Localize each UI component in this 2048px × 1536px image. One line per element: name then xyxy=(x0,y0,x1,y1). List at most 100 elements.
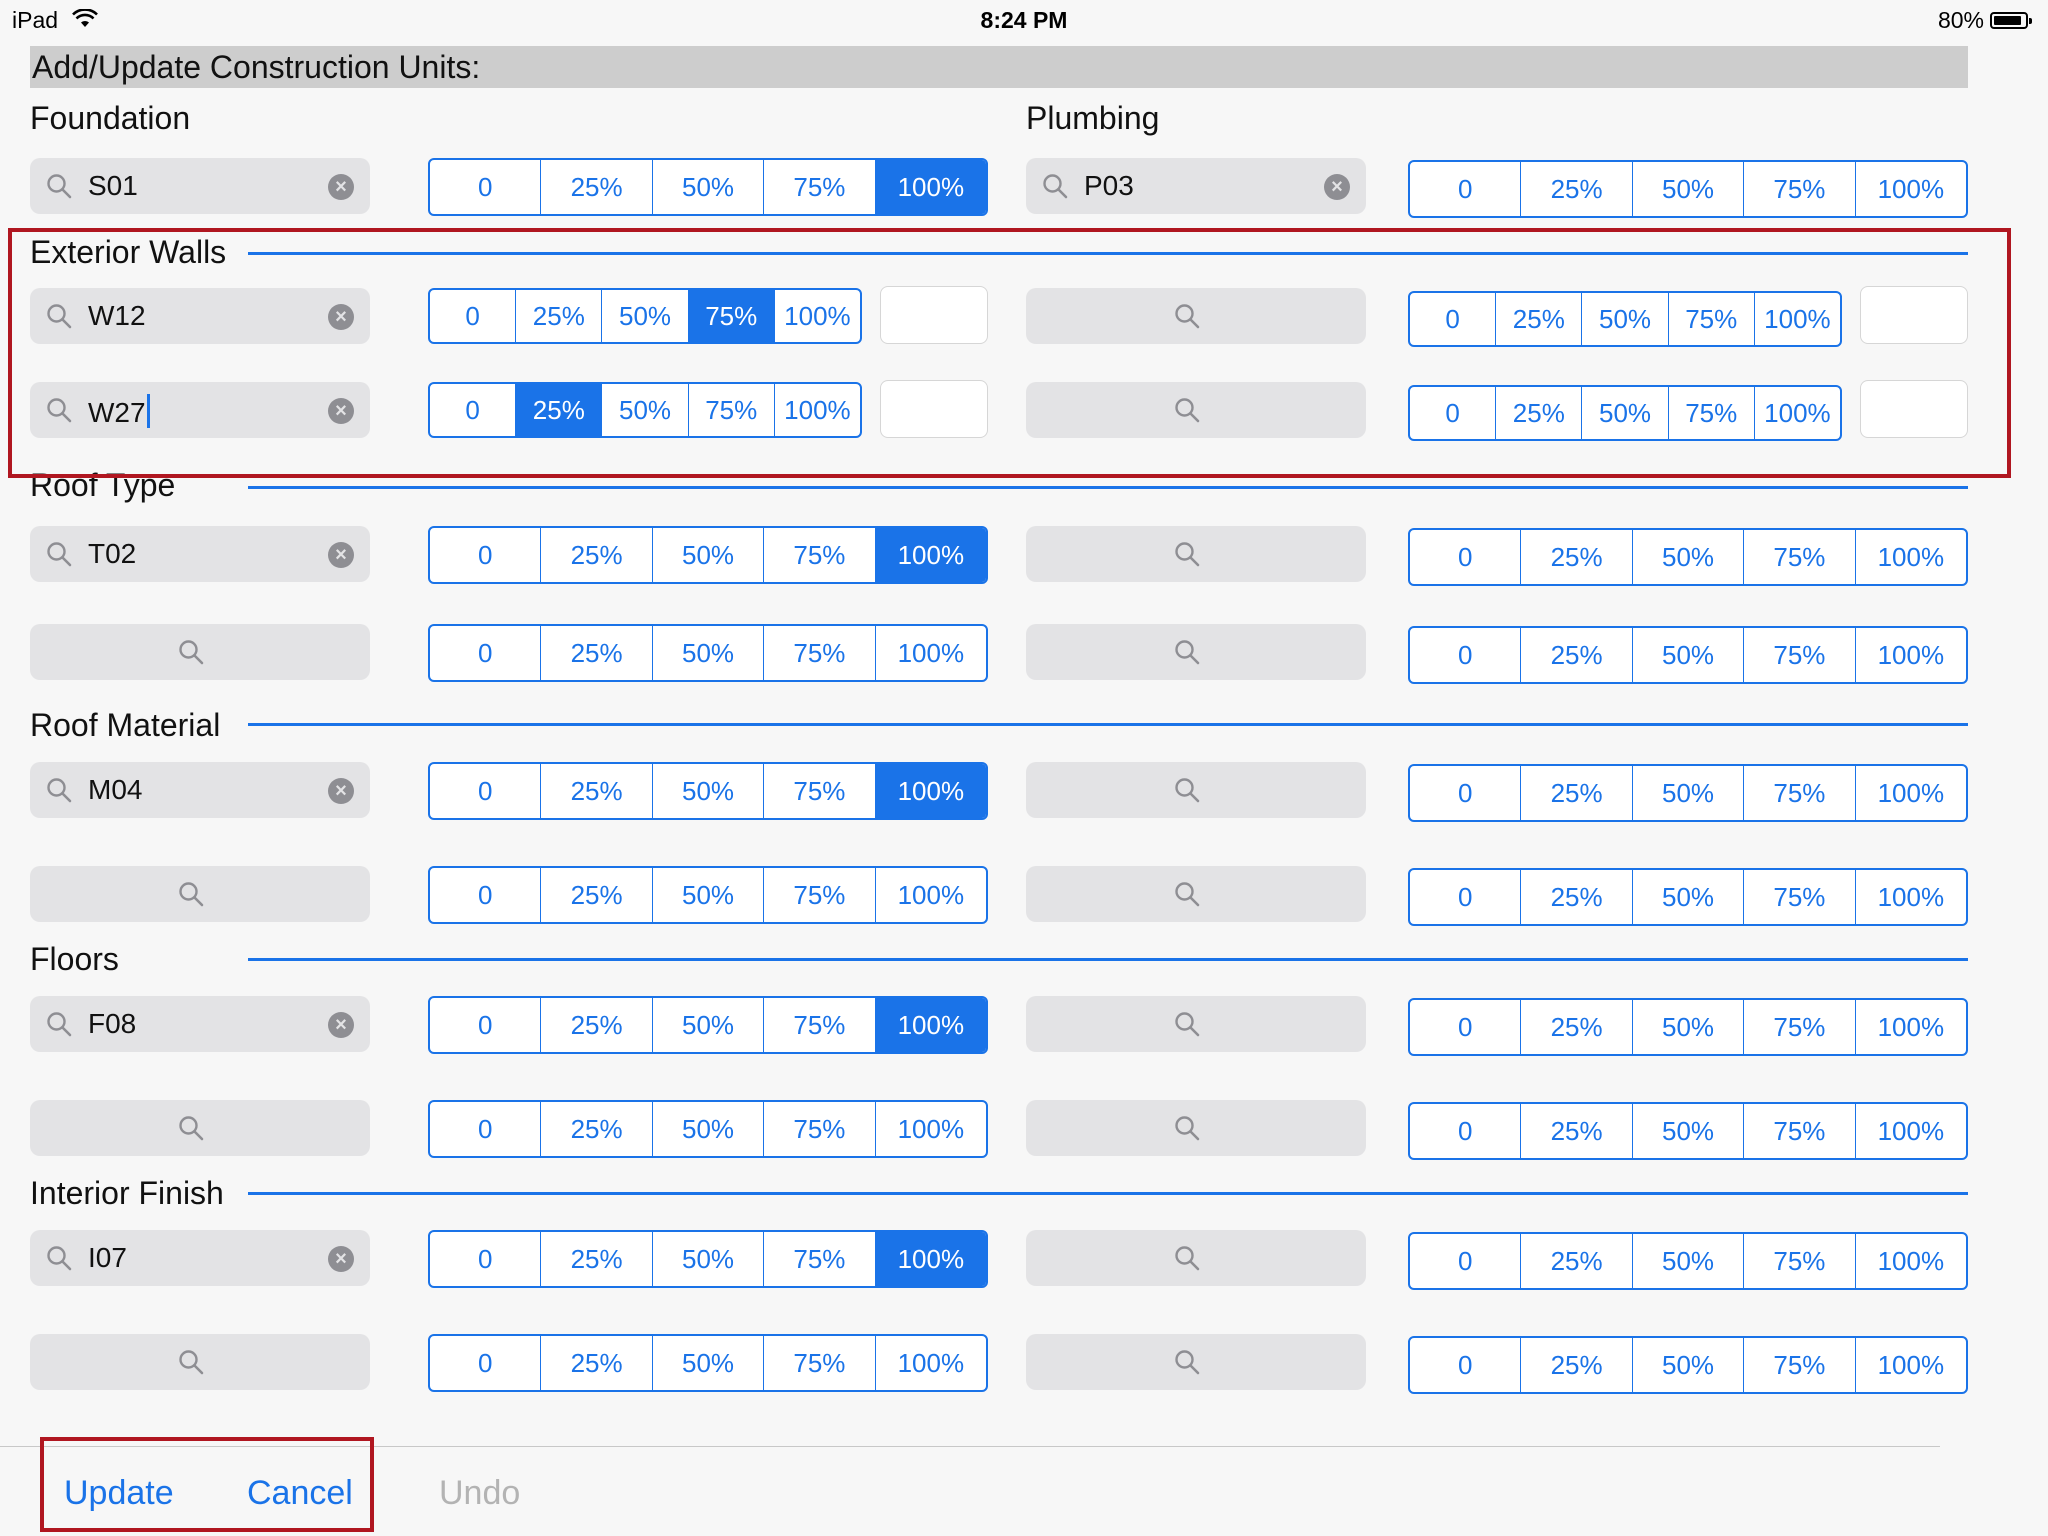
segment-option[interactable]: 0 xyxy=(430,1102,540,1156)
segment-option[interactable]: 75% xyxy=(763,528,874,582)
percent-segmented-control[interactable]: 0 25% 50% 75% 100% xyxy=(1408,764,1968,822)
percent-segmented-control[interactable]: 0 25% 50% 75% 100% xyxy=(1408,868,1968,926)
segment-option[interactable]: 25% xyxy=(1520,870,1631,924)
segment-option[interactable]: 75% xyxy=(763,1102,874,1156)
segment-option[interactable]: 100% xyxy=(874,160,986,214)
segment-option[interactable]: 75% xyxy=(763,1336,874,1390)
search-input[interactable] xyxy=(1026,996,1366,1052)
segment-option[interactable]: 75% xyxy=(1743,1000,1854,1054)
search-input[interactable] xyxy=(1026,1100,1366,1156)
segment-option[interactable]: 0 xyxy=(430,998,540,1052)
percent-segmented-control[interactable]: 0 25% 50% 75% 100% xyxy=(1408,160,1968,218)
percent-segmented-control[interactable]: 0 25% 50% 75% 100% xyxy=(428,624,988,682)
clear-icon[interactable]: × xyxy=(1324,174,1350,200)
segment-option[interactable]: 0 xyxy=(430,528,540,582)
search-input[interactable]: T02 × xyxy=(30,526,370,582)
clear-icon[interactable]: × xyxy=(328,174,354,200)
segment-option[interactable]: 50% xyxy=(1631,766,1743,820)
segment-option[interactable]: 25% xyxy=(1520,162,1631,216)
search-input[interactable]: I07 × xyxy=(30,1230,370,1286)
percent-segmented-control[interactable]: 0 25% 50% 75% 100% xyxy=(428,996,988,1054)
segment-option[interactable]: 0 xyxy=(430,160,540,214)
segment-option[interactable]: 75% xyxy=(1743,1234,1854,1288)
segment-option[interactable]: 100% xyxy=(1854,1104,1966,1158)
segment-option[interactable]: 25% xyxy=(1520,530,1631,584)
percent-segmented-control[interactable]: 0 25% 50% 75% 100% xyxy=(428,158,988,216)
segment-option[interactable]: 100% xyxy=(874,1232,986,1286)
percent-segmented-control[interactable]: 0 25% 50% 75% 100% xyxy=(428,526,988,584)
segment-option[interactable]: 100% xyxy=(874,998,986,1052)
segment-option[interactable]: 50% xyxy=(1631,870,1743,924)
segment-option[interactable]: 50% xyxy=(1631,1000,1743,1054)
segment-option[interactable]: 0 xyxy=(1410,1234,1520,1288)
segment-option[interactable]: 25% xyxy=(1520,1104,1631,1158)
search-input[interactable] xyxy=(1026,1230,1366,1286)
search-input[interactable] xyxy=(30,1334,370,1390)
segment-option[interactable]: 100% xyxy=(874,1102,986,1156)
segment-option[interactable]: 75% xyxy=(763,764,874,818)
segment-option[interactable]: 75% xyxy=(1743,628,1854,682)
search-input[interactable] xyxy=(30,866,370,922)
search-input[interactable] xyxy=(1026,624,1366,680)
segment-option[interactable]: 100% xyxy=(1854,628,1966,682)
segment-option[interactable]: 0 xyxy=(430,1232,540,1286)
clear-icon[interactable]: × xyxy=(328,1012,354,1038)
search-input[interactable]: F08 × xyxy=(30,996,370,1052)
segment-option[interactable]: 25% xyxy=(1520,1338,1631,1392)
segment-option[interactable]: 25% xyxy=(1520,1234,1631,1288)
segment-option[interactable]: 100% xyxy=(874,1336,986,1390)
segment-option[interactable]: 100% xyxy=(874,868,986,922)
clear-icon[interactable]: × xyxy=(328,778,354,804)
segment-option[interactable]: 25% xyxy=(540,1336,651,1390)
segment-option[interactable]: 50% xyxy=(651,626,763,680)
segment-option[interactable]: 50% xyxy=(651,528,763,582)
segment-option[interactable]: 0 xyxy=(430,626,540,680)
segment-option[interactable]: 50% xyxy=(651,764,763,818)
segment-option[interactable]: 25% xyxy=(1520,766,1631,820)
segment-option[interactable]: 25% xyxy=(540,1232,651,1286)
percent-segmented-control[interactable]: 0 25% 50% 75% 100% xyxy=(1408,626,1968,684)
segment-option[interactable]: 25% xyxy=(540,1102,651,1156)
segment-option[interactable]: 75% xyxy=(763,626,874,680)
search-input[interactable] xyxy=(1026,866,1366,922)
segment-option[interactable]: 75% xyxy=(1743,766,1854,820)
segment-option[interactable]: 75% xyxy=(1743,1338,1854,1392)
segment-option[interactable]: 0 xyxy=(430,764,540,818)
clear-icon[interactable]: × xyxy=(328,542,354,568)
segment-option[interactable]: 50% xyxy=(1631,1338,1743,1392)
percent-segmented-control[interactable]: 0 25% 50% 75% 100% xyxy=(428,1230,988,1288)
segment-option[interactable]: 50% xyxy=(1631,1104,1743,1158)
segment-option[interactable]: 50% xyxy=(651,1102,763,1156)
segment-option[interactable]: 50% xyxy=(651,998,763,1052)
segment-option[interactable]: 0 xyxy=(1410,766,1520,820)
segment-option[interactable]: 75% xyxy=(763,1232,874,1286)
segment-option[interactable]: 100% xyxy=(874,626,986,680)
segment-option[interactable]: 50% xyxy=(1631,628,1743,682)
segment-option[interactable]: 100% xyxy=(1854,1234,1966,1288)
search-input[interactable] xyxy=(1026,762,1366,818)
percent-segmented-control[interactable]: 0 25% 50% 75% 100% xyxy=(428,866,988,924)
segment-option[interactable]: 50% xyxy=(1631,530,1743,584)
segment-option[interactable]: 50% xyxy=(651,160,763,214)
segment-option[interactable]: 0 xyxy=(1410,1104,1520,1158)
segment-option[interactable]: 100% xyxy=(1854,1000,1966,1054)
segment-option[interactable]: 25% xyxy=(540,528,651,582)
percent-segmented-control[interactable]: 0 25% 50% 75% 100% xyxy=(1408,998,1968,1056)
search-input[interactable] xyxy=(30,1100,370,1156)
segment-option[interactable]: 100% xyxy=(874,764,986,818)
search-input[interactable] xyxy=(1026,526,1366,582)
segment-option[interactable]: 0 xyxy=(1410,870,1520,924)
segment-option[interactable]: 50% xyxy=(1631,1234,1743,1288)
percent-segmented-control[interactable]: 0 25% 50% 75% 100% xyxy=(1408,1232,1968,1290)
segment-option[interactable]: 0 xyxy=(430,868,540,922)
percent-segmented-control[interactable]: 0 25% 50% 75% 100% xyxy=(428,1100,988,1158)
segment-option[interactable]: 25% xyxy=(1520,628,1631,682)
segment-option[interactable]: 0 xyxy=(1410,628,1520,682)
segment-option[interactable]: 100% xyxy=(1854,766,1966,820)
segment-option[interactable]: 75% xyxy=(1743,162,1854,216)
segment-option[interactable]: 75% xyxy=(763,998,874,1052)
search-input[interactable] xyxy=(1026,1334,1366,1390)
segment-option[interactable]: 25% xyxy=(540,764,651,818)
segment-option[interactable]: 75% xyxy=(763,160,874,214)
segment-option[interactable]: 100% xyxy=(1854,530,1966,584)
